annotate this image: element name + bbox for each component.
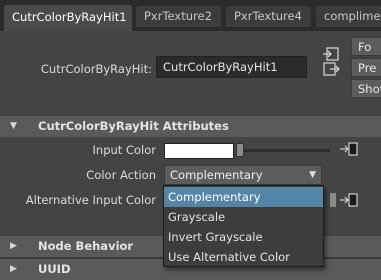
node-behavior-section-title: Node Behavior <box>38 239 134 253</box>
show-button[interactable]: Show <box>351 79 381 98</box>
menu-item-complementary[interactable]: Complementary <box>164 187 323 207</box>
tab-bar: CutrColorByRayHit1 PxrTexture2 PxrTextur… <box>0 0 381 31</box>
color-action-value: Complementary <box>170 168 263 182</box>
expand-triangle-icon[interactable]: ▼ <box>10 116 17 137</box>
collapsed-triangle-icon[interactable]: ▶ <box>10 259 17 280</box>
dropdown-arrow-icon: ▼ <box>309 170 316 180</box>
map-texture-icon[interactable] <box>339 141 359 157</box>
tab-complime[interactable]: complime <box>316 6 381 27</box>
node-name-label: CutrColorByRayHit: <box>40 62 152 76</box>
presets-button[interactable]: Pre <box>351 58 381 77</box>
menu-item-use-alternative-color[interactable]: Use Alternative Color <box>164 247 323 267</box>
attributes-section-title: CutrColorByRayHit Attributes <box>38 119 229 133</box>
color-action-menu: Complementary Grayscale Invert Grayscale… <box>163 185 324 267</box>
collapsed-triangle-icon[interactable]: ▶ <box>10 236 17 257</box>
input-color-slider-handle[interactable] <box>236 143 244 157</box>
color-action-dropdown[interactable]: Complementary ▼ <box>164 165 322 185</box>
tab-cutrcolorbyrayhit1[interactable]: CutrColorByRayHit1 <box>4 5 132 31</box>
menu-item-invert-grayscale[interactable]: Invert Grayscale <box>164 227 323 247</box>
menu-item-grayscale[interactable]: Grayscale <box>164 207 323 227</box>
focus-button[interactable]: Fo <box>351 37 381 56</box>
color-action-label: Color Action <box>86 168 156 182</box>
node-name-field[interactable]: CutrColorByRayHit1 <box>156 56 307 78</box>
input-color-slider-track[interactable] <box>240 149 330 152</box>
alternative-color-slider-handle[interactable] <box>330 193 336 207</box>
uuid-section-title: UUID <box>38 262 71 276</box>
input-color-label: Input Color <box>92 143 156 157</box>
input-color-swatch[interactable] <box>164 143 234 159</box>
map-alt-texture-icon[interactable] <box>339 192 359 208</box>
attributes-section-header[interactable]: ▼ CutrColorByRayHit Attributes <box>0 116 381 137</box>
alternative-input-color-label: Alternative Input Color <box>25 193 156 207</box>
focus-input-icon[interactable] <box>322 47 340 61</box>
tab-pxrtexture2[interactable]: PxrTexture2 <box>136 6 221 27</box>
focus-output-icon[interactable] <box>322 62 340 76</box>
tab-pxrtexture4[interactable]: PxrTexture4 <box>226 6 311 27</box>
